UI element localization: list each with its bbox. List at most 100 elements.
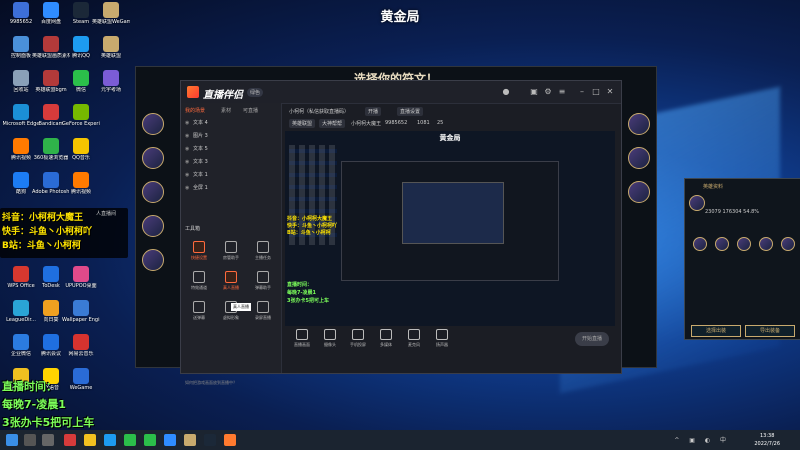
desktop-icon[interactable]: 元宇考场 <box>92 70 130 100</box>
help-link[interactable]: 如何把游戏画面放到直播中？ <box>185 380 237 386</box>
control-button[interactable]: 多媒体 <box>371 329 401 348</box>
taskbar-app-icon[interactable] <box>84 434 96 446</box>
stat-viewers: 1081 <box>417 120 430 126</box>
app-icon <box>13 70 29 86</box>
tool-label: 特效通道 <box>191 285 207 290</box>
eye-icon[interactable]: ◉ <box>185 169 193 181</box>
tool-icon <box>193 241 205 253</box>
toolbox-item[interactable]: 房管助手 <box>217 241 245 263</box>
room-title[interactable]: 小柯柯（私信获取直播码） <box>289 108 349 115</box>
desktop-icon[interactable]: UPUPOO桌面 <box>62 266 100 296</box>
desktop-icon[interactable]: 英雄联盟WeGame版 <box>92 2 130 32</box>
toolbox-item[interactable]: 快捷设置 <box>185 241 213 263</box>
desktop-icon[interactable]: QQ音乐 <box>62 138 100 168</box>
tool-label: 主播任务 <box>255 255 271 260</box>
control-button[interactable]: 麦克风 <box>399 329 429 348</box>
toolbox-item[interactable]: 录屏直播 <box>249 301 277 323</box>
ally-champion-icon[interactable] <box>142 113 164 135</box>
taskbar-app-icon[interactable] <box>104 434 116 446</box>
item-icon[interactable] <box>759 237 773 251</box>
stream-settings-button[interactable]: 直播设置 <box>397 107 424 116</box>
search-icon[interactable] <box>24 434 36 446</box>
select-build-button[interactable]: 选择出装 <box>691 325 741 337</box>
item-icon[interactable] <box>693 237 707 251</box>
desktop-icon[interactable]: Wallpaper Engine:... <box>62 300 100 330</box>
app-icon <box>43 2 59 18</box>
taskbar-app-icon[interactable] <box>164 434 176 446</box>
desktop-icon[interactable]: GeForce Experience <box>62 104 100 134</box>
taskbar-clock[interactable]: 13:38 2022/7/26 <box>754 432 780 448</box>
toolbox-item[interactable]: 主播任务 <box>249 241 277 263</box>
scene-item[interactable]: ◉ 文本 3 <box>185 156 277 168</box>
toolbox-item[interactable]: 弹幕助手 <box>249 271 277 293</box>
scene-item[interactable]: ◉ 文本 1 <box>185 169 277 181</box>
stream-preview[interactable]: 黄金局 抖音：小柯柯大魔王 快手：斗鱼丶小柯柯吖 B站：斗鱼丶小柯柯 直播时间：… <box>285 131 615 326</box>
desktop-icon[interactable]: 腾讯视频 <box>62 172 100 202</box>
toolbox-item[interactable]: 送弹幕 <box>185 301 213 323</box>
tab-materials[interactable]: 素材 <box>221 107 231 114</box>
scene-label: 文本 1 <box>193 172 208 178</box>
menu-icon[interactable]: ≡ <box>557 87 567 97</box>
close-icon[interactable]: ✕ <box>605 87 615 97</box>
control-button[interactable]: 直播画面 <box>287 329 317 348</box>
scene-item[interactable]: ◉ 图片 3 <box>185 130 277 142</box>
desktop-icon[interactable]: 英雄联盟 <box>92 36 130 66</box>
eye-icon[interactable]: ◉ <box>185 156 193 168</box>
control-button[interactable]: 扬声器 <box>427 329 457 348</box>
eye-icon[interactable]: ◉ <box>185 182 193 194</box>
system-tray[interactable]: ^ ▣ ◐ 中 <box>674 435 730 444</box>
scene-item[interactable]: ◉ 全屏 1 <box>185 182 277 194</box>
taskbar-app-icon[interactable] <box>64 434 76 446</box>
item-icon[interactable] <box>737 237 751 251</box>
scene-item[interactable]: ◉ 文本 5 <box>185 143 277 155</box>
maximize-icon[interactable]: □ <box>591 87 601 97</box>
eye-icon[interactable]: ◉ <box>185 117 193 129</box>
tab-my-scenes[interactable]: 我的场景 <box>185 107 205 114</box>
champion-portrait-icon <box>689 195 705 211</box>
export-build-button[interactable]: 导出装备 <box>745 325 795 337</box>
start-stream-button[interactable]: 开始直播 <box>575 332 609 346</box>
task-view-icon[interactable] <box>42 434 54 446</box>
champion-info-panel: 英雄资料 23079 176304 54.8% 选择出装 导出装备 <box>684 178 800 340</box>
desktop-icon-label: Wallpaper Engine:... <box>62 317 100 323</box>
eye-icon[interactable]: ◉ <box>185 143 193 155</box>
ally-champion-icon[interactable] <box>142 249 164 271</box>
settings-icon[interactable]: ⚙ <box>543 87 553 97</box>
enemy-champion-icon <box>628 181 650 203</box>
version-badge[interactable]: 绿色 <box>247 88 264 97</box>
toolbox-item[interactable]: 真人直播 <box>217 271 245 293</box>
taskbar: ^ ▣ ◐ 中 13:38 2022/7/26 <box>0 430 800 450</box>
taskbar-app-icon[interactable] <box>204 434 216 446</box>
desktop-icon[interactable]: 网易云音乐 <box>62 334 100 364</box>
ally-champion-icon[interactable] <box>142 215 164 237</box>
partition-tag[interactable]: 大神帮帮 <box>319 119 346 128</box>
taskbar-app-icon[interactable] <box>144 434 156 446</box>
start-icon[interactable] <box>6 434 18 446</box>
minimize-icon[interactable]: – <box>577 87 587 97</box>
eye-icon[interactable]: ◉ <box>185 130 193 142</box>
gift-icon[interactable]: ▣ <box>529 87 539 97</box>
app-icon <box>73 2 89 18</box>
toolbox-item[interactable]: 特效通道 <box>185 271 213 293</box>
ally-champion-icon[interactable] <box>142 181 164 203</box>
scene-item[interactable]: ◉ 文本 4 <box>185 117 277 129</box>
ally-champion-icon[interactable] <box>142 147 164 169</box>
desktop-icon[interactable]: WeGame <box>62 368 100 398</box>
control-button[interactable]: 摄像头 <box>315 329 345 348</box>
tab-live[interactable]: 可直播 <box>243 107 258 114</box>
tool-label: 快捷设置 <box>191 255 207 260</box>
app-icon <box>103 2 119 18</box>
live-badge[interactable]: 开播 <box>365 107 382 116</box>
item-icon[interactable] <box>715 237 729 251</box>
app-icon <box>13 300 29 316</box>
category-tag[interactable]: 英雄联盟 <box>289 119 316 128</box>
taskbar-app-icon[interactable] <box>124 434 136 446</box>
app-icon <box>43 300 59 316</box>
app-icon <box>13 172 29 188</box>
avatar-icon[interactable]: ● <box>501 87 511 97</box>
control-button[interactable]: 手机投屏 <box>343 329 373 348</box>
app-icon <box>103 36 119 52</box>
taskbar-app-icon[interactable] <box>224 434 236 446</box>
item-icon[interactable] <box>781 237 795 251</box>
taskbar-app-icon[interactable] <box>184 434 196 446</box>
